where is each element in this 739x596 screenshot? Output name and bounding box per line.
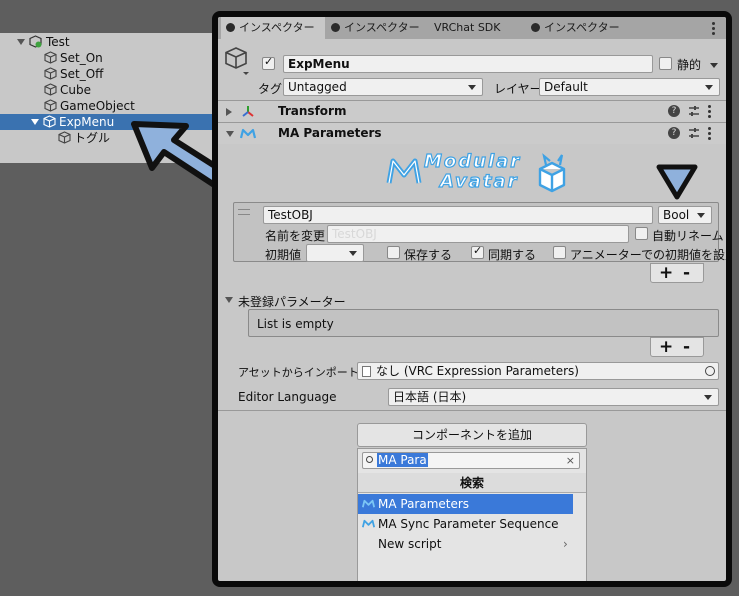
divider: [218, 410, 726, 411]
modular-avatar-logo: Modular Avatar: [386, 150, 576, 197]
list-add-remove: + -: [650, 337, 704, 357]
modular-avatar-icon: [386, 158, 422, 184]
parameter-name-field[interactable]: TestOBJ: [263, 206, 653, 224]
logo-text-modular: Modular: [423, 150, 522, 172]
result-ma-parameters[interactable]: MA Parameters: [358, 494, 573, 514]
add-component-button[interactable]: コンポーネントを追加: [357, 423, 587, 447]
expand-arrow-icon[interactable]: [31, 119, 39, 125]
component-search-input[interactable]: MA Para ×: [362, 452, 580, 469]
kebab-menu-icon[interactable]: [708, 127, 711, 142]
animator-default-checkbox[interactable]: [553, 246, 566, 259]
settings-sliders-icon[interactable]: [688, 105, 700, 117]
modular-avatar-icon: [362, 519, 375, 528]
help-icon[interactable]: ?: [668, 105, 680, 117]
object-name-field[interactable]: ExpMenu: [283, 55, 653, 73]
triangle-pointer-icon: [656, 164, 698, 200]
layer-dropdown[interactable]: Default: [539, 78, 720, 96]
parameter-type-dropdown[interactable]: Bool: [658, 206, 712, 224]
object-picker-icon[interactable]: [705, 366, 715, 376]
add-component-popup: MA Para × 検索 MA Parameters MA Sync Param…: [357, 448, 587, 581]
list-add-remove: + -: [650, 263, 704, 283]
cube-icon: [44, 51, 57, 64]
static-label: 静的: [677, 58, 702, 72]
hierarchy-item-gameobject[interactable]: GameObject: [0, 98, 219, 114]
hierarchy-item-set-on[interactable]: Set_On: [0, 50, 219, 66]
editor-language-label: Editor Language: [238, 390, 337, 404]
parameter-list: TestOBJ Bool 名前を変更 TestOBJ 自動リネーム 初期値 保存…: [233, 202, 726, 262]
search-icon: [366, 456, 373, 463]
transform-header[interactable]: Transform ?: [218, 100, 726, 122]
initial-value-dropdown[interactable]: [306, 244, 364, 262]
cube-icon: [43, 115, 56, 128]
expand-arrow-icon[interactable]: [17, 39, 25, 45]
settings-sliders-icon[interactable]: [688, 127, 700, 139]
asset-file-icon: [362, 366, 371, 377]
active-checkbox[interactable]: [262, 55, 275, 70]
hierarchy-item-test[interactable]: Test: [0, 34, 219, 50]
modular-avatar-icon: [240, 128, 256, 139]
collapse-arrow-icon[interactable]: [226, 131, 234, 137]
tab-inspector-1[interactable]: インスペクター: [221, 17, 325, 39]
rename-field[interactable]: TestOBJ: [327, 225, 629, 243]
prefab-add-icon: [29, 35, 42, 48]
remove-button[interactable]: -: [683, 337, 690, 357]
info-icon: [331, 23, 340, 32]
initial-value-label: 初期値: [265, 248, 302, 262]
transform-axes-icon: [242, 106, 254, 117]
tag-label: タグ: [258, 82, 283, 96]
help-icon[interactable]: ?: [668, 127, 680, 139]
hierarchy-item-set-off[interactable]: Set_Off: [0, 66, 219, 82]
result-ma-sync-parameter-sequence[interactable]: MA Sync Parameter Sequence: [358, 514, 586, 534]
logo-text-avatar: Avatar: [439, 170, 519, 192]
tab-inspector-2[interactable]: インスペクター: [326, 17, 422, 39]
kebab-menu-icon[interactable]: [712, 22, 715, 37]
tab-vrchat-sdk[interactable]: VRChat SDK: [422, 17, 522, 39]
cube-icon: [58, 131, 71, 144]
save-label: 保存する: [404, 248, 453, 262]
result-new-script[interactable]: New script ›: [358, 534, 586, 554]
sync-label: 同期する: [488, 248, 537, 262]
kebab-menu-icon[interactable]: [708, 105, 711, 120]
search-results-header: 検索: [358, 473, 586, 493]
inspector-window: インスペクター インスペクター VRChat SDK インスペクター ExpMe…: [212, 11, 732, 587]
remove-button[interactable]: -: [683, 263, 690, 283]
tab-inspector-3[interactable]: インスペクター: [526, 17, 626, 39]
collapse-arrow-icon[interactable]: [226, 108, 232, 116]
cube-icon: [44, 83, 57, 96]
rename-label: 名前を変更: [265, 229, 326, 243]
auto-rename-checkbox[interactable]: [635, 227, 648, 240]
clear-icon[interactable]: ×: [566, 453, 575, 468]
unregistered-list-empty: List is empty: [248, 309, 719, 337]
editor-language-dropdown[interactable]: 日本語 (日本): [388, 388, 719, 406]
static-checkbox[interactable]: [659, 57, 672, 70]
ma-parameters-header[interactable]: MA Parameters ?: [218, 122, 726, 144]
sync-checkbox[interactable]: [471, 244, 484, 259]
drag-handle-icon[interactable]: [238, 209, 250, 215]
save-checkbox[interactable]: [387, 246, 400, 259]
add-button[interactable]: +: [659, 263, 673, 283]
add-button[interactable]: +: [659, 337, 673, 357]
animator-default-label: アニメーターでの初期値を設定: [570, 248, 732, 262]
auto-rename-label: 自動リネーム: [652, 229, 724, 243]
layer-label: レイヤー: [494, 82, 542, 96]
box-mascot-icon: [538, 153, 566, 193]
modular-avatar-icon: [362, 499, 375, 508]
transform-title: Transform: [278, 104, 347, 118]
cube-icon: [225, 47, 249, 75]
ma-parameters-title: MA Parameters: [278, 126, 382, 140]
tab-bar: インスペクター インスペクター VRChat SDK インスペクター: [218, 17, 726, 39]
cube-icon: [44, 67, 57, 80]
chevron-down-icon[interactable]: [710, 63, 718, 68]
tag-dropdown[interactable]: Untagged: [283, 78, 483, 96]
unregistered-params-label[interactable]: 未登録パラメーター: [238, 293, 346, 310]
info-icon: [531, 23, 540, 32]
import-object-field[interactable]: なし (VRC Expression Parameters): [357, 362, 719, 380]
info-icon: [226, 23, 235, 32]
collapse-arrow-icon[interactable]: [225, 297, 233, 303]
cube-icon: [44, 99, 57, 112]
chevron-right-icon: ›: [563, 537, 568, 551]
hierarchy-item-cube[interactable]: Cube: [0, 82, 219, 98]
